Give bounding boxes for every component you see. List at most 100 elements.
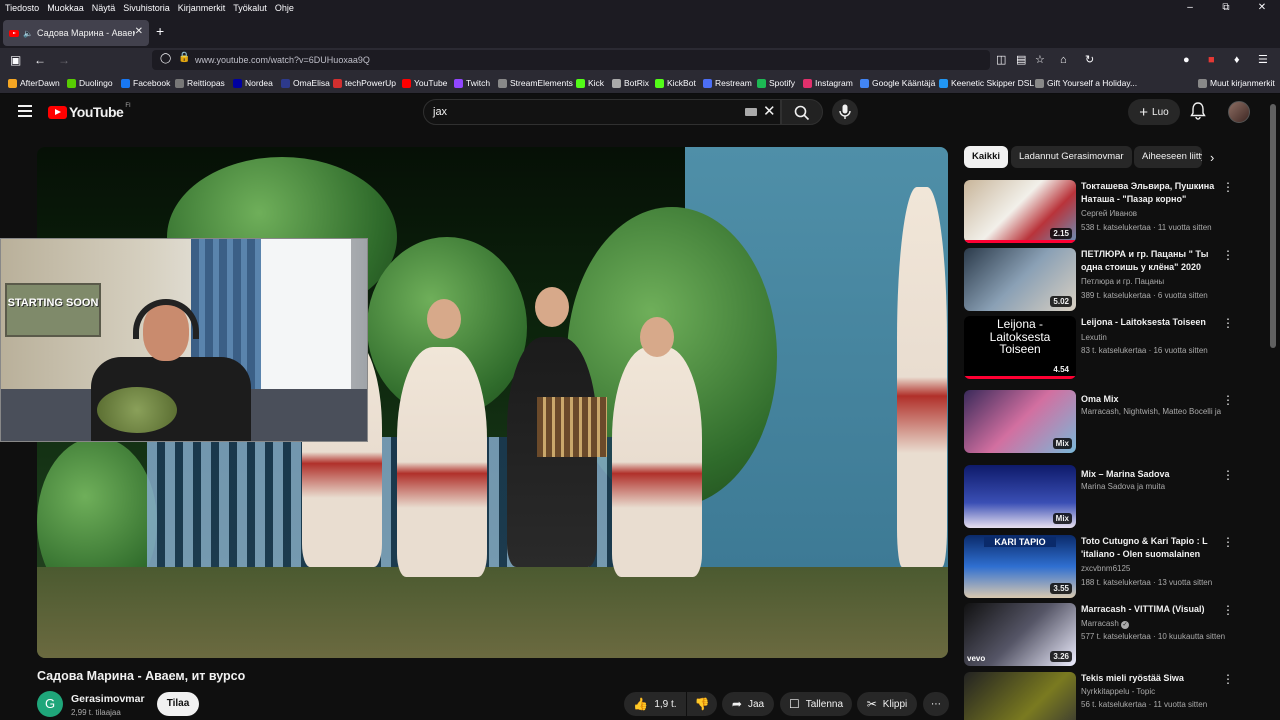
user-avatar[interactable]	[1228, 101, 1250, 123]
channel-name[interactable]: Сергей Иванов	[1081, 209, 1137, 218]
create-button[interactable]: + Luo	[1128, 99, 1180, 125]
dislike-button[interactable]: 👎	[687, 692, 717, 716]
bookmark-instagram[interactable]: Instagram	[803, 78, 853, 88]
extension-badge-icon[interactable]: ■	[1208, 52, 1215, 68]
reload-icon[interactable]: ↻	[1085, 52, 1094, 68]
share-button[interactable]: ➦ Jaa	[722, 692, 774, 716]
bookmark-youtube[interactable]: YouTube	[402, 78, 447, 88]
bookmark-keenetic[interactable]: Keenetic Skipper DSL	[939, 78, 1034, 88]
youtube-logo[interactable]: YouTube FI	[48, 103, 131, 120]
video-title[interactable]: Marracash - VITTIMA (Visual)	[1081, 603, 1221, 616]
new-tab-icon[interactable]: +	[156, 23, 164, 39]
keyboard-icon[interactable]	[745, 108, 757, 116]
menu-bookmarks[interactable]: Kirjanmerkit	[178, 3, 226, 13]
list-item[interactable]: Mix Oma Mix Marracash, Nightwish, Matteo…	[964, 390, 1264, 454]
home-icon[interactable]: ⌂	[1060, 52, 1067, 68]
bookmark-techpowerup[interactable]: techPowerUp	[333, 78, 396, 88]
bookmark-reittiopas[interactable]: Reittiopas	[175, 78, 225, 88]
chip-all[interactable]: Kaikki	[964, 146, 1008, 168]
bookmark-restream[interactable]: Restream	[703, 78, 752, 88]
like-button[interactable]: 👍 1,9 t.	[624, 692, 686, 716]
clear-search-icon[interactable]: ✕	[763, 102, 776, 120]
search-button[interactable]	[781, 99, 823, 125]
bookmark-duolingo[interactable]: Duolingo	[67, 78, 113, 88]
video-title[interactable]: Toto Cutugno & Kari Tapio : L 'italiano …	[1081, 535, 1221, 561]
bookmark-omaelisa[interactable]: OmaElisa	[281, 78, 330, 88]
minimize-icon[interactable]: –	[1172, 0, 1208, 16]
list-item[interactable]: Mix Mix – Marina Sadova Marina Sadova ja…	[964, 465, 1264, 529]
list-item[interactable]: vevo 3.26 Marracash - VITTIMA (Visual) M…	[964, 603, 1264, 667]
bookmark-facebook[interactable]: Facebook	[121, 78, 170, 88]
search-query[interactable]: jax	[433, 106, 447, 118]
chip-related[interactable]: Aiheeseen liittyvät	[1134, 146, 1202, 168]
video-title[interactable]: ПЕТЛЮРА и гр. Пацаны " Ты одна стоишь у …	[1081, 248, 1221, 274]
browser-tab[interactable]: 🔈 Садова Марина - Аваем, ит вурсо ✕	[3, 20, 149, 46]
channel-name[interactable]: Gerasimovmar	[71, 693, 145, 705]
mix-thumbnail[interactable]: Mix	[964, 390, 1076, 453]
video-thumbnail[interactable]: KARI TAPIO 3.55	[964, 535, 1076, 598]
address-bar[interactable]: ◯ 🔒 www.youtube.com/watch?v=6DUHuoxaa9Q	[152, 50, 990, 70]
voice-search-button[interactable]	[832, 99, 858, 125]
bookmark-streamelements[interactable]: StreamElements	[498, 78, 573, 88]
video-thumbnail[interactable]: 2.15	[964, 180, 1076, 243]
close-tab-icon[interactable]: ✕	[135, 26, 143, 37]
channel-name[interactable]: Nyrkkitappelu - Topic	[1081, 687, 1155, 696]
bookmark-spotify[interactable]: Spotify	[757, 78, 795, 88]
close-window-icon[interactable]: ✕	[1244, 0, 1280, 16]
channel-name[interactable]: Marracash, Nightwish, Matteo Bocelli ja …	[1081, 407, 1221, 416]
scrollbar-thumb[interactable]	[1270, 104, 1276, 348]
video-title[interactable]: Leijona - Laitoksesta Toiseen	[1081, 316, 1221, 329]
video-title[interactable]: Токташева Эльвира, Пушкина Наташа - "Паз…	[1081, 180, 1221, 206]
list-item[interactable]: KARI TAPIO 3.55 Toto Cutugno & Kari Tapi…	[964, 535, 1264, 599]
menu-history[interactable]: Sivuhistoria	[123, 3, 170, 13]
bookmark-botrix[interactable]: BotRix	[612, 78, 649, 88]
channel-name[interactable]: zxcvbnm6125	[1081, 564, 1130, 573]
chevron-right-icon[interactable]: ›	[1210, 150, 1214, 165]
clip-button[interactable]: ✂ Klippi	[857, 692, 917, 716]
more-vertical-icon[interactable]: ⋮	[1222, 316, 1234, 330]
search-input[interactable]	[423, 99, 781, 125]
menu-view[interactable]: Näytä	[92, 3, 116, 13]
forward-icon[interactable]: →	[58, 52, 70, 68]
more-vertical-icon[interactable]: ⋮	[1222, 393, 1234, 407]
extensions-icon[interactable]: ♦	[1234, 52, 1240, 68]
screenshot-icon[interactable]: ◫	[996, 52, 1006, 68]
other-bookmarks[interactable]: Muut kirjanmerkit	[1198, 78, 1275, 88]
video-thumbnail[interactable]: vevo 3.26	[964, 603, 1076, 666]
bookmark-twitch[interactable]: Twitch	[454, 78, 490, 88]
bookmark-nordea[interactable]: Nordea	[233, 78, 273, 88]
more-vertical-icon[interactable]: ⋮	[1222, 248, 1234, 262]
more-vertical-icon[interactable]: ⋮	[1222, 603, 1234, 617]
video-thumbnail[interactable]: Leijona - Laitoksesta Toiseen 4.54	[964, 316, 1076, 379]
bookmark-star-icon[interactable]: ☆	[1035, 52, 1045, 68]
subscribe-button[interactable]: Tilaa	[157, 692, 199, 716]
video-title[interactable]: Oma Mix	[1081, 393, 1221, 406]
menu-help[interactable]: Ohje	[275, 3, 294, 13]
video-thumbnail[interactable]: 5.02	[964, 248, 1076, 311]
video-thumbnail[interactable]	[964, 672, 1076, 720]
bookmark-kickbot[interactable]: KickBot	[655, 78, 696, 88]
speaker-icon[interactable]: 🔈	[23, 29, 33, 38]
bookmark-gift[interactable]: Gift Yourself a Holiday...	[1035, 78, 1137, 88]
more-vertical-icon[interactable]: ⋮	[1222, 180, 1234, 194]
restore-icon[interactable]: ⧉	[1208, 0, 1244, 16]
notifications-bell-icon[interactable]	[1190, 102, 1206, 120]
channel-avatar[interactable]: G	[37, 691, 63, 717]
list-item[interactable]: Leijona - Laitoksesta Toiseen 4.54 Leijo…	[964, 316, 1264, 380]
list-item[interactable]: 5.02 ПЕТЛЮРА и гр. Пацаны " Ты одна стои…	[964, 248, 1264, 312]
more-actions-button[interactable]: ⋯	[923, 692, 949, 716]
video-title[interactable]: Tekis mieli ryöstää Siwa	[1081, 672, 1221, 685]
channel-name[interactable]: Marracash ✓	[1081, 619, 1130, 629]
url-text[interactable]: www.youtube.com/watch?v=6DUHuoxaa9Q	[195, 55, 370, 65]
channel-name[interactable]: Петлюра и гр. Пацаны	[1081, 277, 1164, 286]
menu-edit[interactable]: Muokkaa	[47, 3, 84, 13]
back-icon[interactable]: ←	[34, 52, 46, 68]
app-menu-icon[interactable]: ☰	[1258, 52, 1268, 68]
mix-thumbnail[interactable]: Mix	[964, 465, 1076, 528]
chip-from-channel[interactable]: Ladannut Gerasimovmar	[1011, 146, 1132, 168]
menu-tools[interactable]: Työkalut	[233, 3, 267, 13]
channel-name[interactable]: Marina Sadova ja muita	[1081, 482, 1165, 491]
sidebar-toggle-icon[interactable]: ▣	[10, 52, 21, 68]
reader-view-icon[interactable]: ▤	[1016, 52, 1026, 68]
hamburger-menu-icon[interactable]	[18, 105, 32, 117]
